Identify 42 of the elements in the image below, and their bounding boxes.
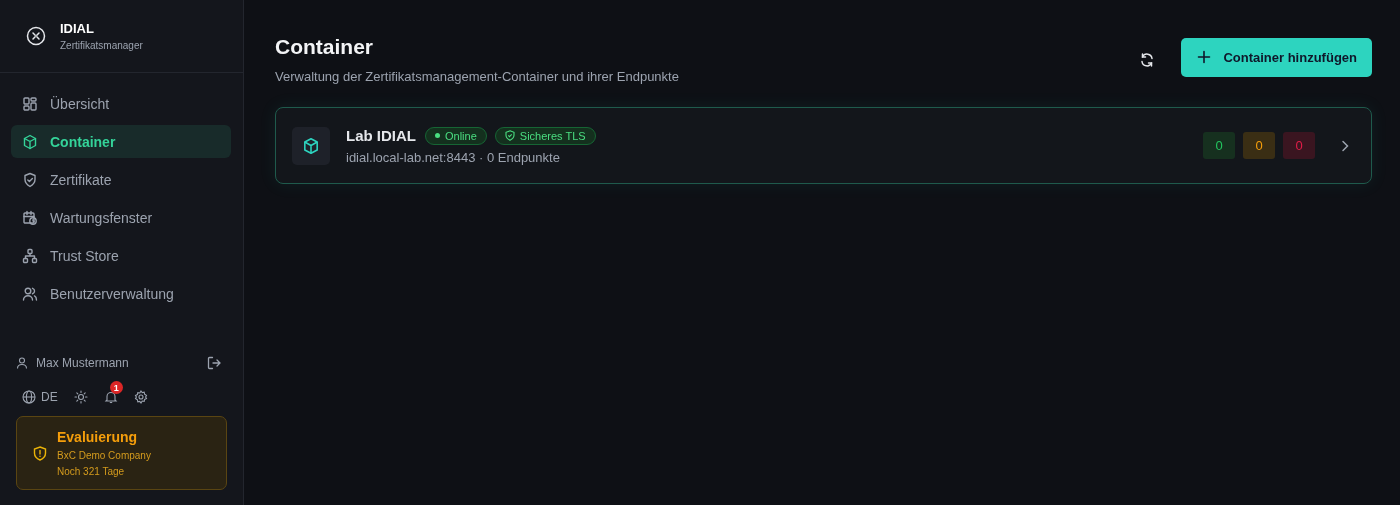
logout-icon[interactable] <box>207 356 221 370</box>
container-name: Lab IDIAL <box>346 127 416 144</box>
nav-item[interactable]: Zertifikate <box>11 163 231 196</box>
shield-alert-icon <box>33 445 47 461</box>
notification-badge: 1 <box>109 381 123 394</box>
cube-icon <box>292 126 330 165</box>
hierarchy-icon <box>22 247 38 264</box>
cube-icon <box>22 133 38 150</box>
tls-badge: Sicheres TLS <box>494 126 596 145</box>
license-title: Evaluierung <box>57 429 139 445</box>
shield-icon <box>22 171 38 188</box>
container-card[interactable]: Lab IDIAL Online Sicheres TLS idial.local-lab.net:8443 · 0 Endpunkte 0 0 0 <box>275 107 1372 184</box>
nav-item[interactable]: Benutzerverwaltung <box>11 277 231 310</box>
page-title: Container <box>275 35 374 59</box>
nav-item[interactable]: Übersicht <box>11 87 231 120</box>
settings-icon[interactable] <box>133 390 148 404</box>
nav-item[interactable]: Trust Store <box>11 239 231 272</box>
user-icon <box>16 357 28 369</box>
add-container-button[interactable]: Container hinzufügen <box>1181 37 1372 77</box>
count-badge: 0 <box>1203 132 1235 159</box>
users-icon <box>22 285 38 302</box>
license-remaining: Noch 321 Tage <box>57 466 126 477</box>
nav-item[interactable]: Wartungsfenster <box>11 201 231 234</box>
nav-item[interactable]: Container <box>11 125 231 158</box>
sun-icon[interactable] <box>73 390 88 404</box>
page-subtitle: Verwaltung der Zertifikatsmanagement-Container und ihrer Endpunkte <box>275 69 680 84</box>
grid-icon <box>22 95 38 112</box>
user-name: Max Mustermann <box>36 356 129 370</box>
bell-icon[interactable] <box>103 390 118 404</box>
language-button[interactable]: DE <box>22 390 58 404</box>
chevron-right-icon[interactable] <box>1341 139 1349 152</box>
refresh-icon[interactable] <box>1139 51 1156 68</box>
logo-icon <box>26 26 46 46</box>
count-badge: 0 <box>1283 132 1315 159</box>
container-address: idial.local-lab.net:8443 · 0 Endpunkte <box>346 149 561 165</box>
brand-subtitle: Zertifikatsmanager <box>60 40 143 51</box>
brand-name: IDIAL <box>60 21 95 36</box>
plus-icon <box>1197 50 1212 64</box>
calendar-icon <box>22 209 38 226</box>
status-badge: Online <box>425 126 487 145</box>
count-badge: 0 <box>1243 132 1275 159</box>
license-company: BxC Demo Company <box>57 450 151 461</box>
